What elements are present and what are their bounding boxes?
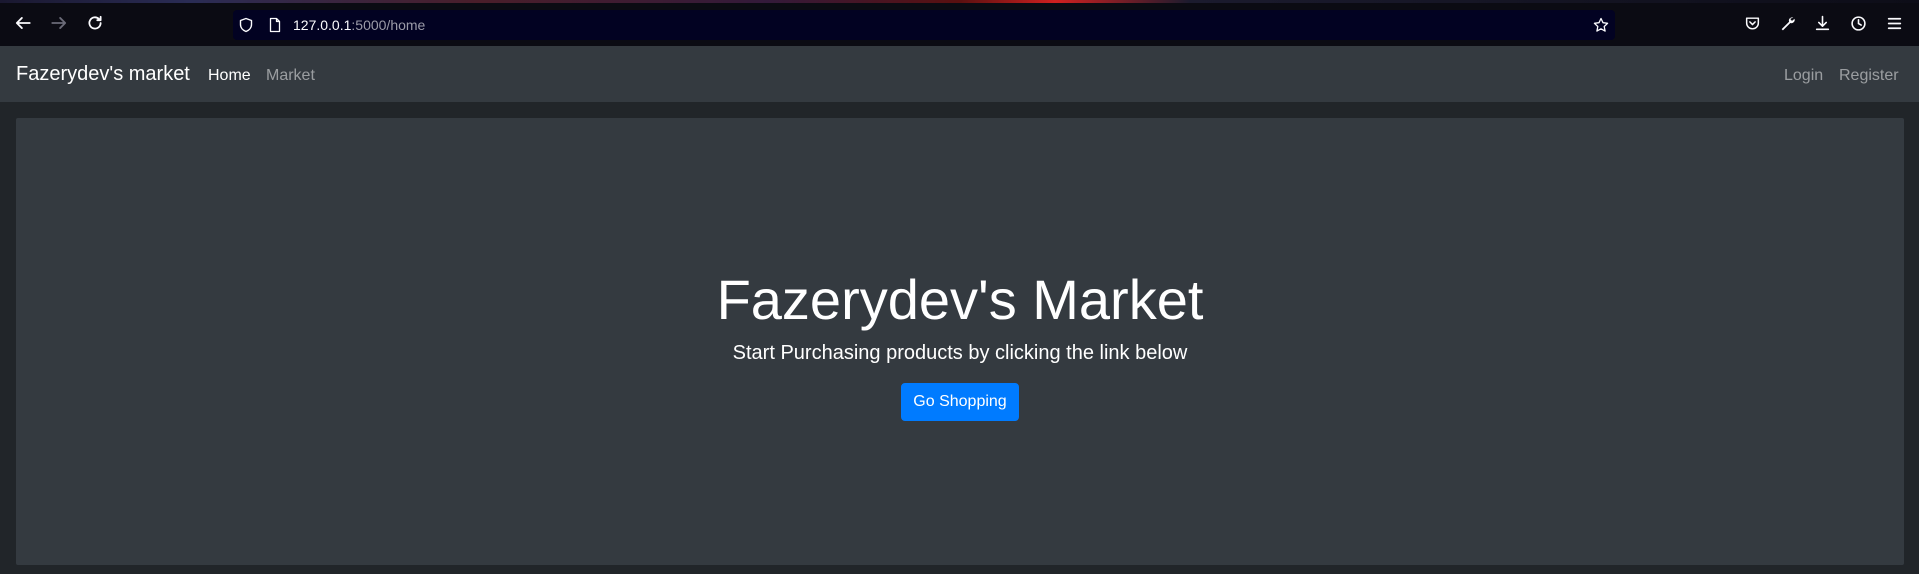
site-navbar: Fazerydev's market Home Market Login Reg… — [0, 46, 1919, 102]
extensions-button[interactable] — [1775, 11, 1799, 35]
shield-icon — [239, 17, 253, 33]
page-icon — [269, 17, 281, 33]
go-shopping-button[interactable]: Go Shopping — [901, 383, 1019, 421]
star-icon — [1593, 17, 1609, 32]
tab-strip-edge — [0, 0, 1919, 3]
url-text[interactable]: 127.0.0.1:5000/home — [293, 17, 425, 33]
tracking-protection-button[interactable] — [237, 16, 255, 34]
menu-icon — [1887, 17, 1901, 29]
bookmark-button[interactable] — [1592, 16, 1610, 34]
hero-jumbotron: Fazerydev's Market Start Purchasing prod… — [16, 118, 1904, 565]
navbar-brand[interactable]: Fazerydev's market — [16, 63, 190, 86]
history-icon — [1850, 15, 1866, 31]
pocket-button[interactable] — [1740, 11, 1764, 35]
app-menu-button[interactable] — [1882, 11, 1906, 35]
downloads-button[interactable] — [1810, 11, 1834, 35]
forward-button[interactable] — [47, 11, 71, 35]
browser-toolbar: 127.0.0.1:5000/home — [0, 0, 1919, 46]
back-button[interactable] — [11, 11, 35, 35]
url-host: 127.0.0.1 — [293, 17, 352, 33]
url-bar[interactable]: 127.0.0.1:5000/home — [233, 10, 1615, 40]
wrench-icon — [1781, 16, 1795, 30]
download-icon — [1815, 15, 1829, 30]
nav-link-home[interactable]: Home — [208, 67, 251, 85]
forward-arrow-icon — [51, 17, 67, 29]
nav-link-market[interactable]: Market — [266, 67, 315, 85]
reload-button[interactable] — [83, 11, 107, 35]
nav-link-login[interactable]: Login — [1784, 67, 1823, 85]
hero-subtitle: Start Purchasing products by clicking th… — [732, 342, 1188, 364]
site-info-button[interactable] — [266, 16, 284, 34]
nav-link-register[interactable]: Register — [1839, 67, 1899, 85]
back-arrow-icon — [15, 17, 31, 29]
history-button[interactable] — [1846, 11, 1870, 35]
pocket-icon — [1745, 16, 1759, 30]
hero-title: Fazerydev's Market — [716, 268, 1204, 331]
reload-icon — [88, 15, 102, 30]
url-path: :5000/home — [351, 17, 426, 33]
